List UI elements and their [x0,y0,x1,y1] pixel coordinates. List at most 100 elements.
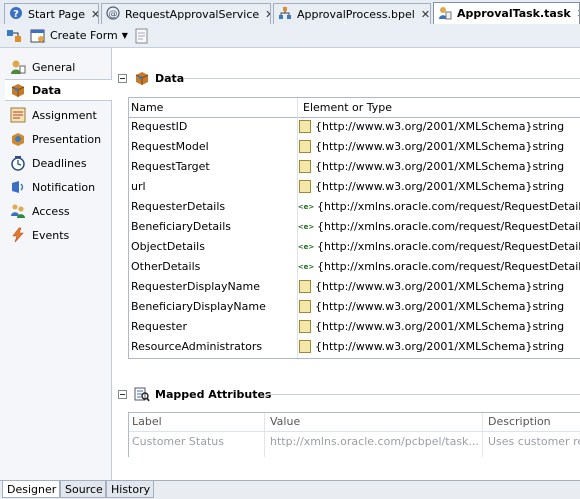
svg-text:?: ? [13,9,19,20]
nav-label: Assignment [32,108,97,122]
general-icon [10,59,26,75]
nav-item-data[interactable]: Data [5,79,112,101]
tab-label: RequestApprovalService [125,7,260,21]
xml-type-icon [299,320,311,333]
collapse-toggle[interactable] [118,73,127,83]
table-row[interactable]: RequestID {http://www.w3.org/2001/XMLSche… [129,118,580,138]
table-row[interactable]: RequestModel {http://www.w3.org/2001/XMLS… [129,138,580,158]
nav-item-assignment[interactable]: Assignment [10,104,111,126]
row-type: {http://www.w3.org/2001/XMLSchema}string [299,140,564,153]
close-icon[interactable]: ✕ [265,8,270,21]
row-name: OtherDetails [131,260,201,273]
editor-bottom-tabs: Designer Source History [0,480,580,499]
row-type: <e> {http://xmlns.oracle.com/request/Requ… [297,200,580,213]
xml-type-icon [299,340,311,353]
xml-type-icon [299,160,311,173]
tab-history[interactable]: History [106,481,154,498]
tab-source[interactable]: Source [60,481,106,498]
row-type: {http://www.w3.org/2001/XMLSchema}string [299,340,564,353]
bpel-process-icon [278,6,294,22]
nav-label: Deadlines [32,156,87,170]
row-type: {http://www.w3.org/2001/XMLSchema}string [299,300,564,313]
row-name: url [131,180,146,193]
column-header-element-or-type[interactable]: Element or Type [303,98,573,117]
row-name: BeneficiaryDetails [131,220,231,233]
tab-start-page[interactable]: ? Start Page ✕ [4,3,99,24]
header-divider [129,431,580,432]
row-type-label: {http://xmlns.oracle.com/request/Request… [317,220,580,233]
mapped-attribute-label[interactable]: Customer Status [132,435,262,448]
editor-tab-bar: ? Start Page ✕ @ RequestApprovalService … [0,0,580,25]
toolbar: Create Form ▼ [0,24,580,48]
row-type: <e> {http://xmlns.oracle.com/request/Requ… [298,260,580,273]
xml-type-icon [299,120,311,133]
form-preview-button[interactable] [134,27,150,44]
xml-element-icon: <e> [297,242,315,251]
tab-approval-process-bpel[interactable]: ApprovalProcess.bpel ✕ [273,3,431,24]
nav-item-deadlines[interactable]: Deadlines [10,152,111,174]
table-row[interactable]: RequestTarget {http://www.w3.org/2001/XML… [129,158,580,178]
mapped-attributes-header: Mapped Attributes [118,386,271,402]
row-type-label: {http://www.w3.org/2001/XMLSchema}string [315,340,565,353]
mapped-attribute-description[interactable]: Uses customer re [488,435,580,448]
row-type: <e> {http://xmlns.oracle.com/request/Requ… [298,220,580,233]
column-header-label[interactable]: Label [132,415,162,428]
nav-label: Data [32,83,62,97]
nav-item-access[interactable]: Access [10,200,111,222]
table-row[interactable]: BeneficiaryDisplayName {http://www.w3.org… [129,298,580,318]
nav-label: Events [32,228,70,242]
row-type: {http://www.w3.org/2001/XMLSchema}string [299,320,564,333]
table-row[interactable]: url {http://www.w3.org/2001/XMLSchema}str… [129,178,580,198]
table-row[interactable]: ObjectDetails <e> {http://xmlns.oracle.com… [129,238,580,258]
tab-label: ApprovalProcess.bpel [297,7,415,21]
table-row[interactable]: OtherDetails <e> {http://xmlns.oracle.com/… [129,258,580,278]
close-icon[interactable]: ✕ [91,8,98,21]
row-type-label: {http://xmlns.oracle.com/request/Request… [317,200,580,213]
nav-item-presentation[interactable]: Presentation [10,128,111,150]
create-form-button[interactable]: Create Form ▼ [30,27,128,44]
task-flow-icon [6,28,22,44]
column-header-value[interactable]: Value [270,415,300,428]
tab-request-approval-service[interactable]: @ RequestApprovalService ✕ [101,3,271,24]
nav-item-events[interactable]: Events [10,224,111,246]
mapped-attributes-table: Label Value Description Customer Status … [128,412,580,457]
close-icon[interactable]: ✕ [421,8,430,21]
tab-approval-task[interactable]: ApprovalTask.task ✕ [433,2,580,24]
data-icon [10,82,26,98]
nav-label: General [32,60,76,74]
data-section-title: Data [155,71,185,85]
row-type-label: {http://xmlns.oracle.com/request/Request… [317,260,580,273]
table-row[interactable]: BeneficiaryDetails <e> {http://xmlns.oracl… [129,218,580,238]
row-type: {http://www.w3.org/2001/XMLSchema}string [299,180,564,193]
table-row[interactable]: ResourceAdministrators {http://www.w3.org… [129,338,580,358]
collapse-toggle[interactable] [118,389,127,399]
table-row[interactable]: RequesterDisplayName {http://www.w3.org/2… [129,278,580,298]
xml-element-icon: <e> [297,202,315,211]
data-table: Name Element or Type RequestID {http://ww… [128,97,580,359]
task-sections-nav: General Data Assignment Presentation Dea… [0,48,112,480]
row-type-label: {http://xmlns.oracle.com/request/Request… [317,240,580,253]
row-name: RequesterDisplayName [131,280,260,293]
nav-item-notification[interactable]: Notification [10,176,111,198]
column-header-description[interactable]: Description [488,415,551,428]
column-header-name[interactable]: Name [131,98,291,117]
table-row[interactable]: Requester {http://www.w3.org/2001/XMLSche… [129,318,580,338]
tab-designer[interactable]: Designer [2,481,60,498]
data-icon [134,70,150,86]
presentation-icon [10,131,26,147]
create-form-label: Create Form [50,29,118,42]
column-divider [264,413,265,457]
row-type-label: {http://www.w3.org/2001/XMLSchema}string [315,280,565,293]
assignment-icon [10,107,26,123]
mapped-attributes-icon [134,386,150,402]
form-icon [30,28,46,44]
row-type: {http://www.w3.org/2001/XMLSchema}string [299,160,564,173]
table-row[interactable]: RequesterDetails <e> {http://xmlns.oracle.… [129,198,580,218]
human-task-icon [438,6,454,22]
nav-label: Access [32,204,70,218]
mapped-attribute-value[interactable]: http://xmlns.oracle.com/pcbpel/task... [270,435,480,448]
row-type-label: {http://www.w3.org/2001/XMLSchema}string [315,320,565,333]
task-action-button[interactable] [6,27,22,44]
lightning-icon [10,227,26,243]
nav-item-general[interactable]: General [10,56,111,78]
